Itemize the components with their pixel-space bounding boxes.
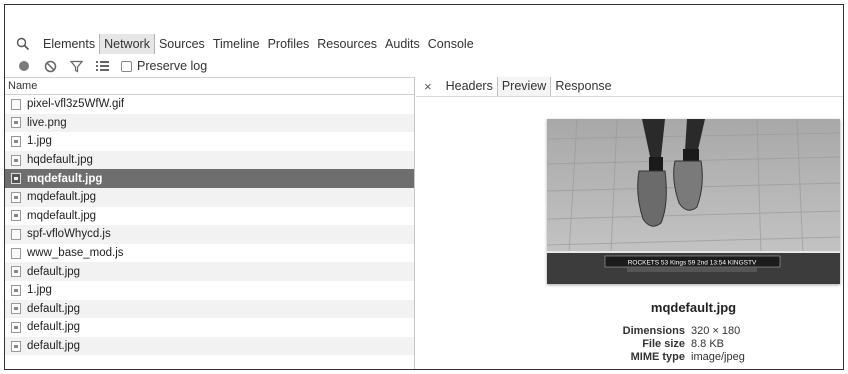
close-icon[interactable]: ×	[424, 79, 432, 94]
request-row[interactable]: hqdefault.jpg	[5, 150, 414, 170]
image-file-icon	[11, 154, 21, 166]
request-row[interactable]: 1.jpg	[5, 132, 414, 151]
request-name: www_base_mod.js	[27, 247, 124, 260]
tab-profiles[interactable]: Profiles	[264, 34, 314, 54]
request-row[interactable]: default.jpg	[5, 336, 414, 356]
tab-timeline[interactable]: Timeline	[209, 34, 264, 54]
preserve-log-label: Preserve log	[137, 59, 208, 73]
request-list: pixel-vfl3z5WfW.gif live.png 1.jpg hqdefaul…	[5, 95, 414, 356]
preview-filename: mqdefault.jpg	[650, 300, 737, 315]
image-file-icon	[11, 210, 21, 222]
request-row[interactable]: spf-vfloWhycd.js	[5, 225, 414, 244]
clear-icon[interactable]	[43, 59, 57, 73]
blank-file-icon	[11, 228, 21, 240]
column-header-name[interactable]: Name	[5, 77, 414, 95]
request-row[interactable]: default.jpg	[5, 262, 414, 281]
request-row[interactable]: default.jpg	[5, 318, 414, 337]
panel-tabbar: Elements Network Sources Timeline Profil…	[5, 32, 843, 56]
request-row[interactable]: mqdefault.jpg	[5, 187, 414, 207]
image-metadata: Dimensions 320 × 180 File size 8.8 KB MI…	[596, 325, 816, 364]
mime-label: MIME type	[630, 351, 685, 363]
tab-network[interactable]: Network	[99, 34, 155, 54]
network-toolbar: Preserve log	[5, 56, 843, 76]
preserve-log-checkbox[interactable]	[121, 60, 132, 72]
request-name: mqdefault.jpg	[27, 172, 103, 185]
image-preview: ROCKETS 53 Kings 59 2nd 13:54 KINGSTV	[547, 119, 840, 284]
request-name: mqdefault.jpg	[27, 209, 97, 222]
request-row[interactable]: 1.jpg	[5, 281, 414, 300]
request-name: 1.jpg	[27, 284, 52, 297]
request-row[interactable]: mqdefault.jpg	[5, 169, 414, 188]
request-row[interactable]: default.jpg	[5, 299, 414, 319]
devtools-window: Elements Network Sources Timeline Profil…	[4, 4, 844, 370]
request-name: default.jpg	[27, 265, 81, 278]
image-file-icon	[11, 191, 21, 203]
scoreboard-text: ROCKETS 53 Kings 59 2nd 13:54 KINGSTV	[628, 260, 757, 267]
mime-value: image/jpeg	[691, 351, 745, 363]
list-view-icon[interactable]	[95, 59, 109, 73]
image-file-icon	[11, 303, 21, 315]
filesize-label: File size	[642, 338, 685, 350]
dimensions-value: 320 × 180	[691, 325, 741, 337]
record-icon[interactable]	[17, 59, 31, 73]
request-name: default.jpg	[27, 321, 81, 334]
request-name: default.jpg	[27, 340, 81, 353]
tab-headers[interactable]: Headers	[442, 77, 497, 96]
tab-resources[interactable]: Resources	[313, 34, 381, 54]
filter-icon[interactable]	[69, 59, 83, 73]
tab-elements[interactable]: Elements	[39, 34, 99, 54]
image-file-icon	[11, 340, 21, 352]
request-row[interactable]: pixel-vfl3z5WfW.gif	[5, 95, 414, 114]
image-file-icon	[11, 321, 21, 333]
request-row[interactable]: www_base_mod.js	[5, 244, 414, 263]
tab-audits[interactable]: Audits	[381, 34, 424, 54]
image-file-icon	[11, 173, 21, 185]
image-file-icon	[11, 266, 21, 278]
request-name: 1.jpg	[27, 135, 52, 148]
request-name: mqdefault.jpg	[27, 191, 97, 204]
request-row[interactable]: mqdefault.jpg	[5, 207, 414, 226]
image-file-icon	[11, 135, 21, 147]
tab-response[interactable]: Response	[551, 77, 615, 96]
filesize-value: 8.8 KB	[691, 338, 725, 350]
dimensions-label: Dimensions	[622, 325, 685, 337]
tab-sources[interactable]: Sources	[155, 34, 209, 54]
image-file-icon	[11, 117, 21, 129]
request-name: hqdefault.jpg	[27, 154, 93, 167]
request-name: spf-vfloWhycd.js	[27, 228, 111, 241]
request-name: default.jpg	[27, 302, 81, 315]
search-icon[interactable]	[15, 36, 31, 52]
tab-preview[interactable]: Preview	[496, 77, 552, 96]
detail-tabbar: × Headers Preview Response	[416, 77, 843, 97]
request-name: pixel-vfl3z5WfW.gif	[27, 98, 125, 111]
blank-file-icon	[11, 98, 21, 110]
request-name: live.png	[27, 116, 67, 129]
tab-console[interactable]: Console	[424, 34, 478, 54]
blank-file-icon	[11, 247, 21, 259]
image-file-icon	[11, 284, 21, 296]
request-row[interactable]: live.png	[5, 113, 414, 133]
detail-panel: × Headers Preview Response ROCKETS 53 Ki…	[416, 77, 843, 369]
requests-panel: Name pixel-vfl3z5WfW.gif live.png 1.jpg hqd…	[5, 77, 415, 369]
